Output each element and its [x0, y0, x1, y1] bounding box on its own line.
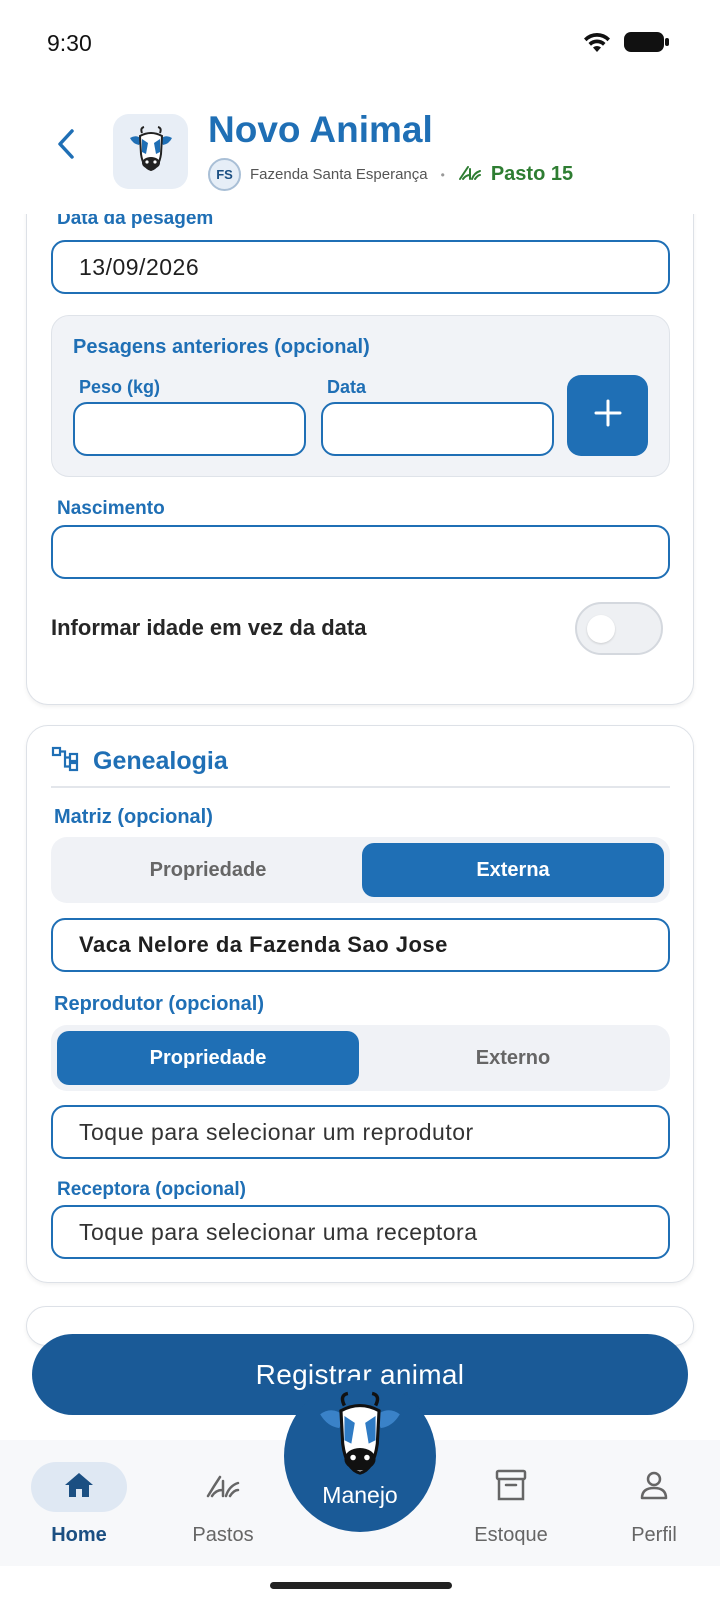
plus-icon	[593, 398, 623, 433]
wifi-icon	[582, 30, 612, 59]
age-toggle[interactable]	[575, 602, 663, 655]
chevron-left-icon	[55, 128, 77, 165]
nav-stock-label: Estoque	[474, 1524, 548, 1546]
farm-name: Fazenda Santa Esperança	[250, 166, 428, 183]
home-indicator	[270, 1582, 452, 1589]
weigh-date-field[interactable]: 13/09/2026	[51, 240, 670, 294]
grass-icon	[458, 163, 482, 186]
nav-profile-icon-wrap	[606, 1462, 702, 1512]
dam-option-property[interactable]: Propriedade	[57, 843, 359, 897]
dam-name-field[interactable]: Vaca Nelore da Fazenda Sao Jose	[51, 918, 670, 972]
separator-dot: •	[440, 167, 445, 182]
family-tree-icon	[51, 746, 79, 777]
nav-home[interactable]: Home	[24, 1440, 134, 1566]
nav-manage-label: Manejo	[322, 1482, 398, 1508]
previous-weighings-title: Pesagens anteriores (opcional)	[73, 336, 370, 358]
prev-date-label: Data	[327, 377, 367, 397]
header-context: FS Fazenda Santa Esperança • Pasto 15	[208, 158, 573, 191]
sire-select-field[interactable]: Toque para selecionar um reprodutor	[51, 1105, 670, 1159]
app-logo	[113, 114, 188, 189]
prev-date-input[interactable]	[321, 402, 554, 456]
home-icon	[63, 1471, 95, 1504]
cow-icon	[126, 124, 176, 179]
weight-label: Peso (kg)	[79, 377, 161, 397]
toggle-knob	[587, 615, 615, 643]
status-icons	[582, 30, 670, 59]
page-title: Novo Animal	[208, 109, 433, 150]
weigh-date-value: 13/09/2026	[79, 253, 200, 280]
nav-pastures-icon-wrap	[175, 1462, 271, 1512]
cow-icon	[316, 1390, 404, 1485]
nav-pastures[interactable]: Pastos	[168, 1440, 278, 1566]
status-bar: 9:30	[0, 0, 720, 86]
pasture-name: Pasto 15	[490, 163, 574, 185]
status-time: 9:30	[47, 30, 92, 56]
archive-icon	[494, 1468, 528, 1507]
recipient-select-field[interactable]: Toque para selecionar uma receptora	[51, 1205, 670, 1259]
dam-source-selector: Propriedade Externa	[51, 837, 670, 903]
add-weighing-button[interactable]	[567, 375, 648, 456]
battery-icon	[624, 30, 670, 59]
dam-name-value: Vaca Nelore da Fazenda Sao Jose	[79, 932, 448, 957]
manage-fab[interactable]: Manejo	[284, 1380, 436, 1532]
age-toggle-label: Informar idade em vez da data	[51, 615, 367, 640]
back-button[interactable]	[48, 126, 84, 166]
birth-label: Nascimento	[57, 498, 165, 519]
genealogy-title: Genealogia	[93, 747, 228, 775]
nav-stock-icon-wrap	[463, 1462, 559, 1512]
birth-date-field[interactable]	[51, 525, 670, 579]
nav-pastures-label: Pastos	[192, 1524, 254, 1546]
sire-placeholder: Toque para selecionar um reprodutor	[79, 1118, 474, 1145]
sire-option-external[interactable]: Externo	[362, 1031, 664, 1085]
recipient-label: Receptora (opcional)	[57, 1179, 246, 1200]
grass-icon	[205, 1471, 241, 1504]
nav-home-label: Home	[51, 1524, 107, 1546]
dam-option-external[interactable]: Externa	[362, 843, 664, 897]
nav-home-highlight	[31, 1462, 127, 1512]
nav-stock[interactable]: Estoque	[456, 1440, 566, 1566]
dam-label: Matriz (opcional)	[54, 806, 213, 828]
nav-profile-label: Perfil	[631, 1524, 677, 1546]
sire-option-property[interactable]: Propriedade	[57, 1031, 359, 1085]
farm-avatar: FS	[208, 158, 241, 191]
sire-source-selector: Propriedade Externo	[51, 1025, 670, 1091]
sire-label: Reprodutor (opcional)	[54, 993, 264, 1015]
genealogy-header: Genealogia	[51, 746, 228, 777]
nav-profile[interactable]: Perfil	[599, 1440, 709, 1566]
prev-weight-input[interactable]	[73, 402, 306, 456]
app-header: Novo Animal FS Fazenda Santa Esperança •…	[0, 96, 720, 214]
section-divider	[51, 786, 670, 788]
person-icon	[638, 1469, 670, 1506]
recipient-placeholder: Toque para selecionar uma receptora	[79, 1218, 478, 1245]
